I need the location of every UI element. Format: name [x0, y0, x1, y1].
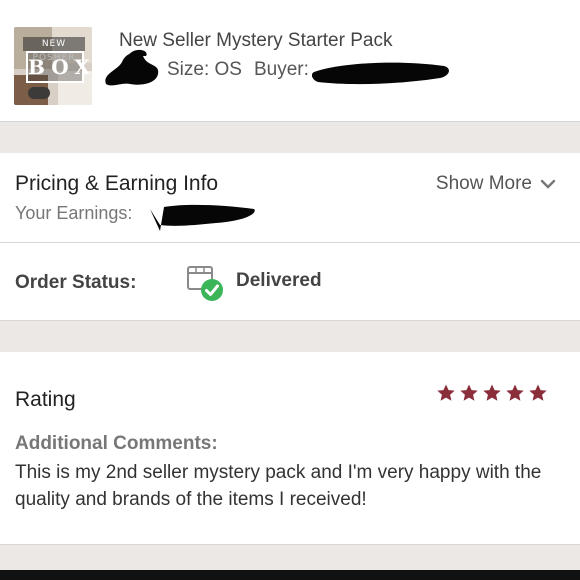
buyer-label: Buyer:: [253, 59, 309, 80]
rating-title: Rating: [15, 388, 76, 411]
order-status-value: Delivered: [236, 270, 322, 291]
thumbnail-caption: NEW POSHER: [23, 37, 85, 63]
section-spacer: [0, 321, 580, 352]
redaction-mark: [105, 49, 159, 86]
rating-section: Rating Additional Comments: This is my 2…: [0, 352, 580, 545]
earnings-label: Your Earnings:: [15, 203, 133, 223]
star-icon: [483, 384, 501, 401]
bottom-edge: [0, 570, 580, 580]
pricing-title: Pricing & Earning Info: [15, 172, 219, 195]
star-icon: [437, 384, 455, 401]
star-icon: [529, 384, 547, 401]
redaction-mark: [150, 204, 255, 231]
comments-text: This is my 2nd seller mystery pack and I…: [15, 462, 542, 510]
section-spacer: [0, 545, 580, 570]
comments-label: Additional Comments:: [15, 433, 218, 454]
show-more-button[interactable]: Show More: [436, 173, 556, 195]
section-spacer: [0, 122, 580, 153]
pricing-section: Pricing & Earning Info Your Earnings: Sh…: [0, 153, 580, 243]
product-summary[interactable]: NEW POSHER BOX New Seller Mystery Starte…: [0, 0, 580, 122]
star-icon: [460, 384, 478, 401]
product-thumbnail[interactable]: NEW POSHER BOX: [14, 27, 92, 105]
thumbnail-logo: BOX: [26, 51, 90, 83]
chevron-down-icon: [540, 179, 556, 189]
order-status-section: Order Status: Delivered: [0, 243, 580, 321]
product-size: Size: OS: [167, 59, 242, 80]
star-icon: [506, 384, 524, 401]
redaction-mark: [312, 62, 449, 85]
show-more-label: Show More: [435, 173, 532, 194]
star-rating: [436, 383, 548, 403]
order-status-label: Order Status:: [15, 272, 137, 293]
product-meta: Size: OS Buyer:: [167, 59, 309, 81]
delivered-box-icon: [187, 266, 223, 301]
